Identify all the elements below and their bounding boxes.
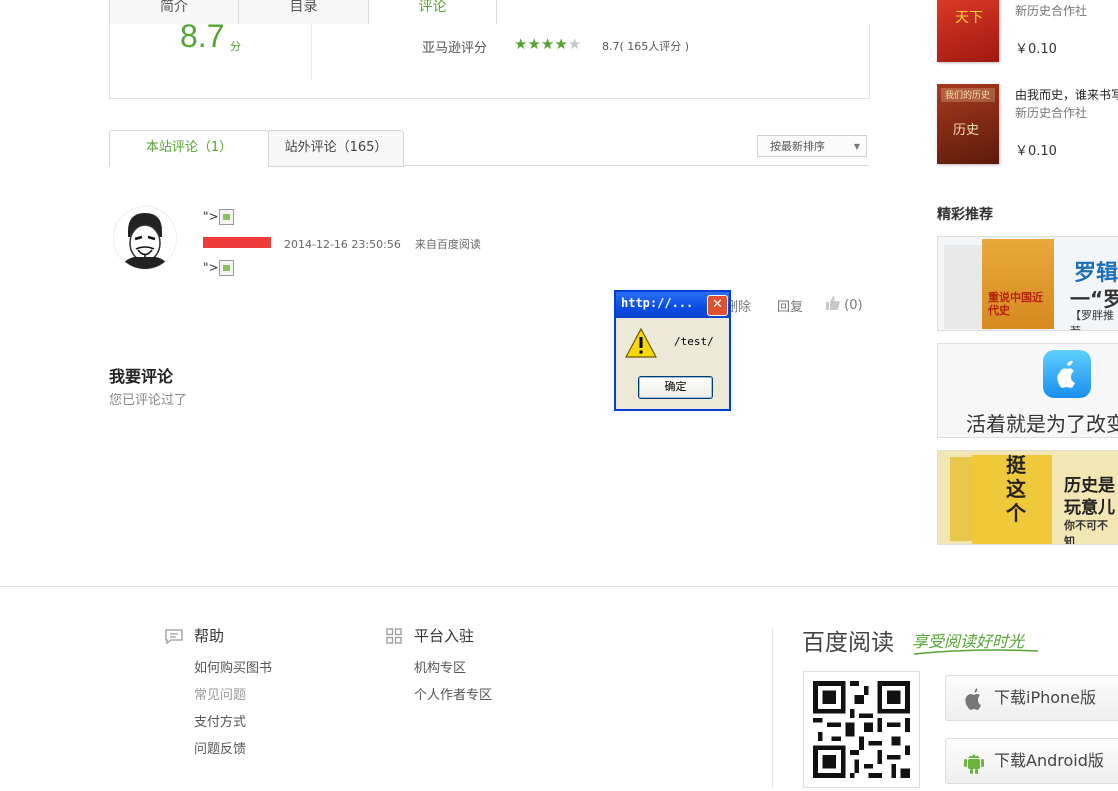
tab-site-comments[interactable]: 本站评论（1）: [109, 130, 269, 167]
star-empty-icon: ★: [567, 35, 582, 53]
alert-message: /test/: [674, 335, 714, 348]
apple-icon: [965, 688, 981, 710]
book-publisher: 新历史合作社: [1015, 4, 1088, 18]
tab-toc-label: 目录: [289, 0, 318, 15]
ok-button[interactable]: 确定: [638, 376, 713, 399]
platform-title: 平台入驻: [414, 627, 475, 645]
site-score: 8.7: [180, 18, 225, 54]
star-rating: ★★★★★: [514, 35, 581, 53]
star-icon: ★: [514, 35, 528, 53]
comment-meta: 2014-12-16 23:50:56 来自百度阅读: [284, 236, 481, 252]
sort-selected: 按最新排序: [770, 140, 825, 153]
tab-intro-label: 简介: [160, 0, 188, 15]
svg-text:历史: 历史: [953, 123, 979, 138]
tab-toc[interactable]: 目录: [238, 0, 369, 25]
comment-source: 来自百度阅读: [414, 238, 481, 251]
avatar[interactable]: [113, 206, 177, 270]
star-icon: ★: [540, 35, 555, 53]
thumbs-up-icon: [826, 296, 840, 310]
chevron-down-icon: ▼: [853, 142, 860, 151]
tab-reviews-label: 评论: [418, 0, 447, 15]
like-button[interactable]: (0): [826, 296, 863, 313]
platform-link[interactable]: 机构专区: [414, 657, 466, 676]
star-icon: ★: [527, 35, 541, 53]
book-title[interactable]: 由我而史，谁来书写: [1015, 86, 1118, 103]
footer-divider: [0, 586, 1118, 587]
rating-divider: [311, 24, 312, 80]
help-link[interactable]: 支付方式: [194, 711, 246, 730]
tab-reviews[interactable]: 评论: [368, 0, 497, 25]
svg-text:天下: 天下: [955, 10, 983, 26]
sort-dropdown[interactable]: 按最新排序 ▼: [757, 135, 867, 157]
alert-titlebar[interactable]: http://... ✕: [616, 292, 729, 318]
apple-store-icon: [1043, 350, 1091, 398]
redacted-username: [203, 237, 271, 248]
android-icon: [964, 754, 984, 774]
warning-icon: [625, 328, 657, 358]
book-cover[interactable]: 我们的历史 历史: [937, 84, 999, 164]
book-price: ￥0.10: [1015, 42, 1057, 57]
comment-fragment-bottom: ">: [203, 260, 234, 276]
like-count: (0): [844, 298, 863, 313]
broken-image-icon: [218, 209, 234, 225]
recommend-banner[interactable]: 挺这个 历史是 玩意儿 你不可不知: [937, 450, 1118, 545]
download-iphone-label: 下载iPhone版: [994, 688, 1097, 707]
close-icon: ✕: [712, 297, 723, 312]
amazon-rating-label: 亚马逊评分: [422, 41, 488, 56]
help-link[interactable]: 问题反馈: [194, 738, 246, 757]
brand-logo: 百度阅读: [802, 630, 894, 656]
banner-book-cover: 重说中国近代史: [982, 239, 1054, 329]
close-button[interactable]: ✕: [707, 295, 728, 316]
star-icon: ★: [554, 35, 568, 53]
help-title: 帮助: [194, 627, 225, 645]
help-link[interactable]: 常见问题: [194, 684, 246, 703]
book-cover[interactable]: 天下: [937, 0, 999, 62]
grid-icon: [386, 628, 402, 644]
book-publisher: 新历史合作社: [1015, 106, 1088, 120]
footer-vertical-divider: [772, 628, 773, 788]
alert-dialog: http://... ✕ /test/ 确定: [614, 290, 731, 411]
help-icon: [165, 629, 183, 644]
tab-external-comments[interactable]: 站外评论（165）: [268, 130, 404, 167]
book-price: ￥0.10: [1015, 144, 1057, 159]
recommend-heading: 精彩推荐: [937, 207, 993, 223]
download-iphone-button[interactable]: 下载iPhone版: [945, 675, 1118, 721]
help-link[interactable]: 如何购买图书: [194, 657, 272, 676]
recommend-banner[interactable]: 活着就是为了改变: [937, 343, 1118, 438]
tab-external-comments-label: 站外评论（165）: [284, 140, 388, 155]
download-android-button[interactable]: 下载Android版: [945, 738, 1118, 784]
broken-image-icon: [218, 260, 234, 276]
reply-button[interactable]: 回复: [777, 296, 803, 315]
my-comment-status: 您已评论过了: [109, 393, 188, 408]
amazon-rating-count: 8.7( 165人评分 ): [602, 40, 690, 53]
tab-site-comments-label: 本站评论（1）: [145, 140, 233, 155]
download-android-label: 下载Android版: [994, 751, 1104, 770]
score-unit: 分: [230, 40, 241, 53]
qr-code: [803, 671, 920, 788]
slogan-underline: [913, 649, 1039, 655]
rating-panel: 8.7 分 亚马逊评分 ★★★★★ 8.7( 165人评分 ): [109, 18, 870, 99]
comment-fragment-top: ">: [203, 209, 234, 225]
alert-title: http://...: [621, 296, 694, 310]
comment-timestamp: 2014-12-16 23:50:56: [284, 238, 401, 251]
recommend-banner[interactable]: 重说中国近代史 罗辑 一“罗 【罗胖推荐: [937, 236, 1118, 331]
platform-link[interactable]: 个人作者专区: [414, 684, 492, 703]
svg-text:我们的历史: 我们的历史: [945, 89, 990, 101]
ok-button-label: 确定: [664, 380, 687, 393]
my-comment-title: 我要评论: [109, 367, 174, 386]
